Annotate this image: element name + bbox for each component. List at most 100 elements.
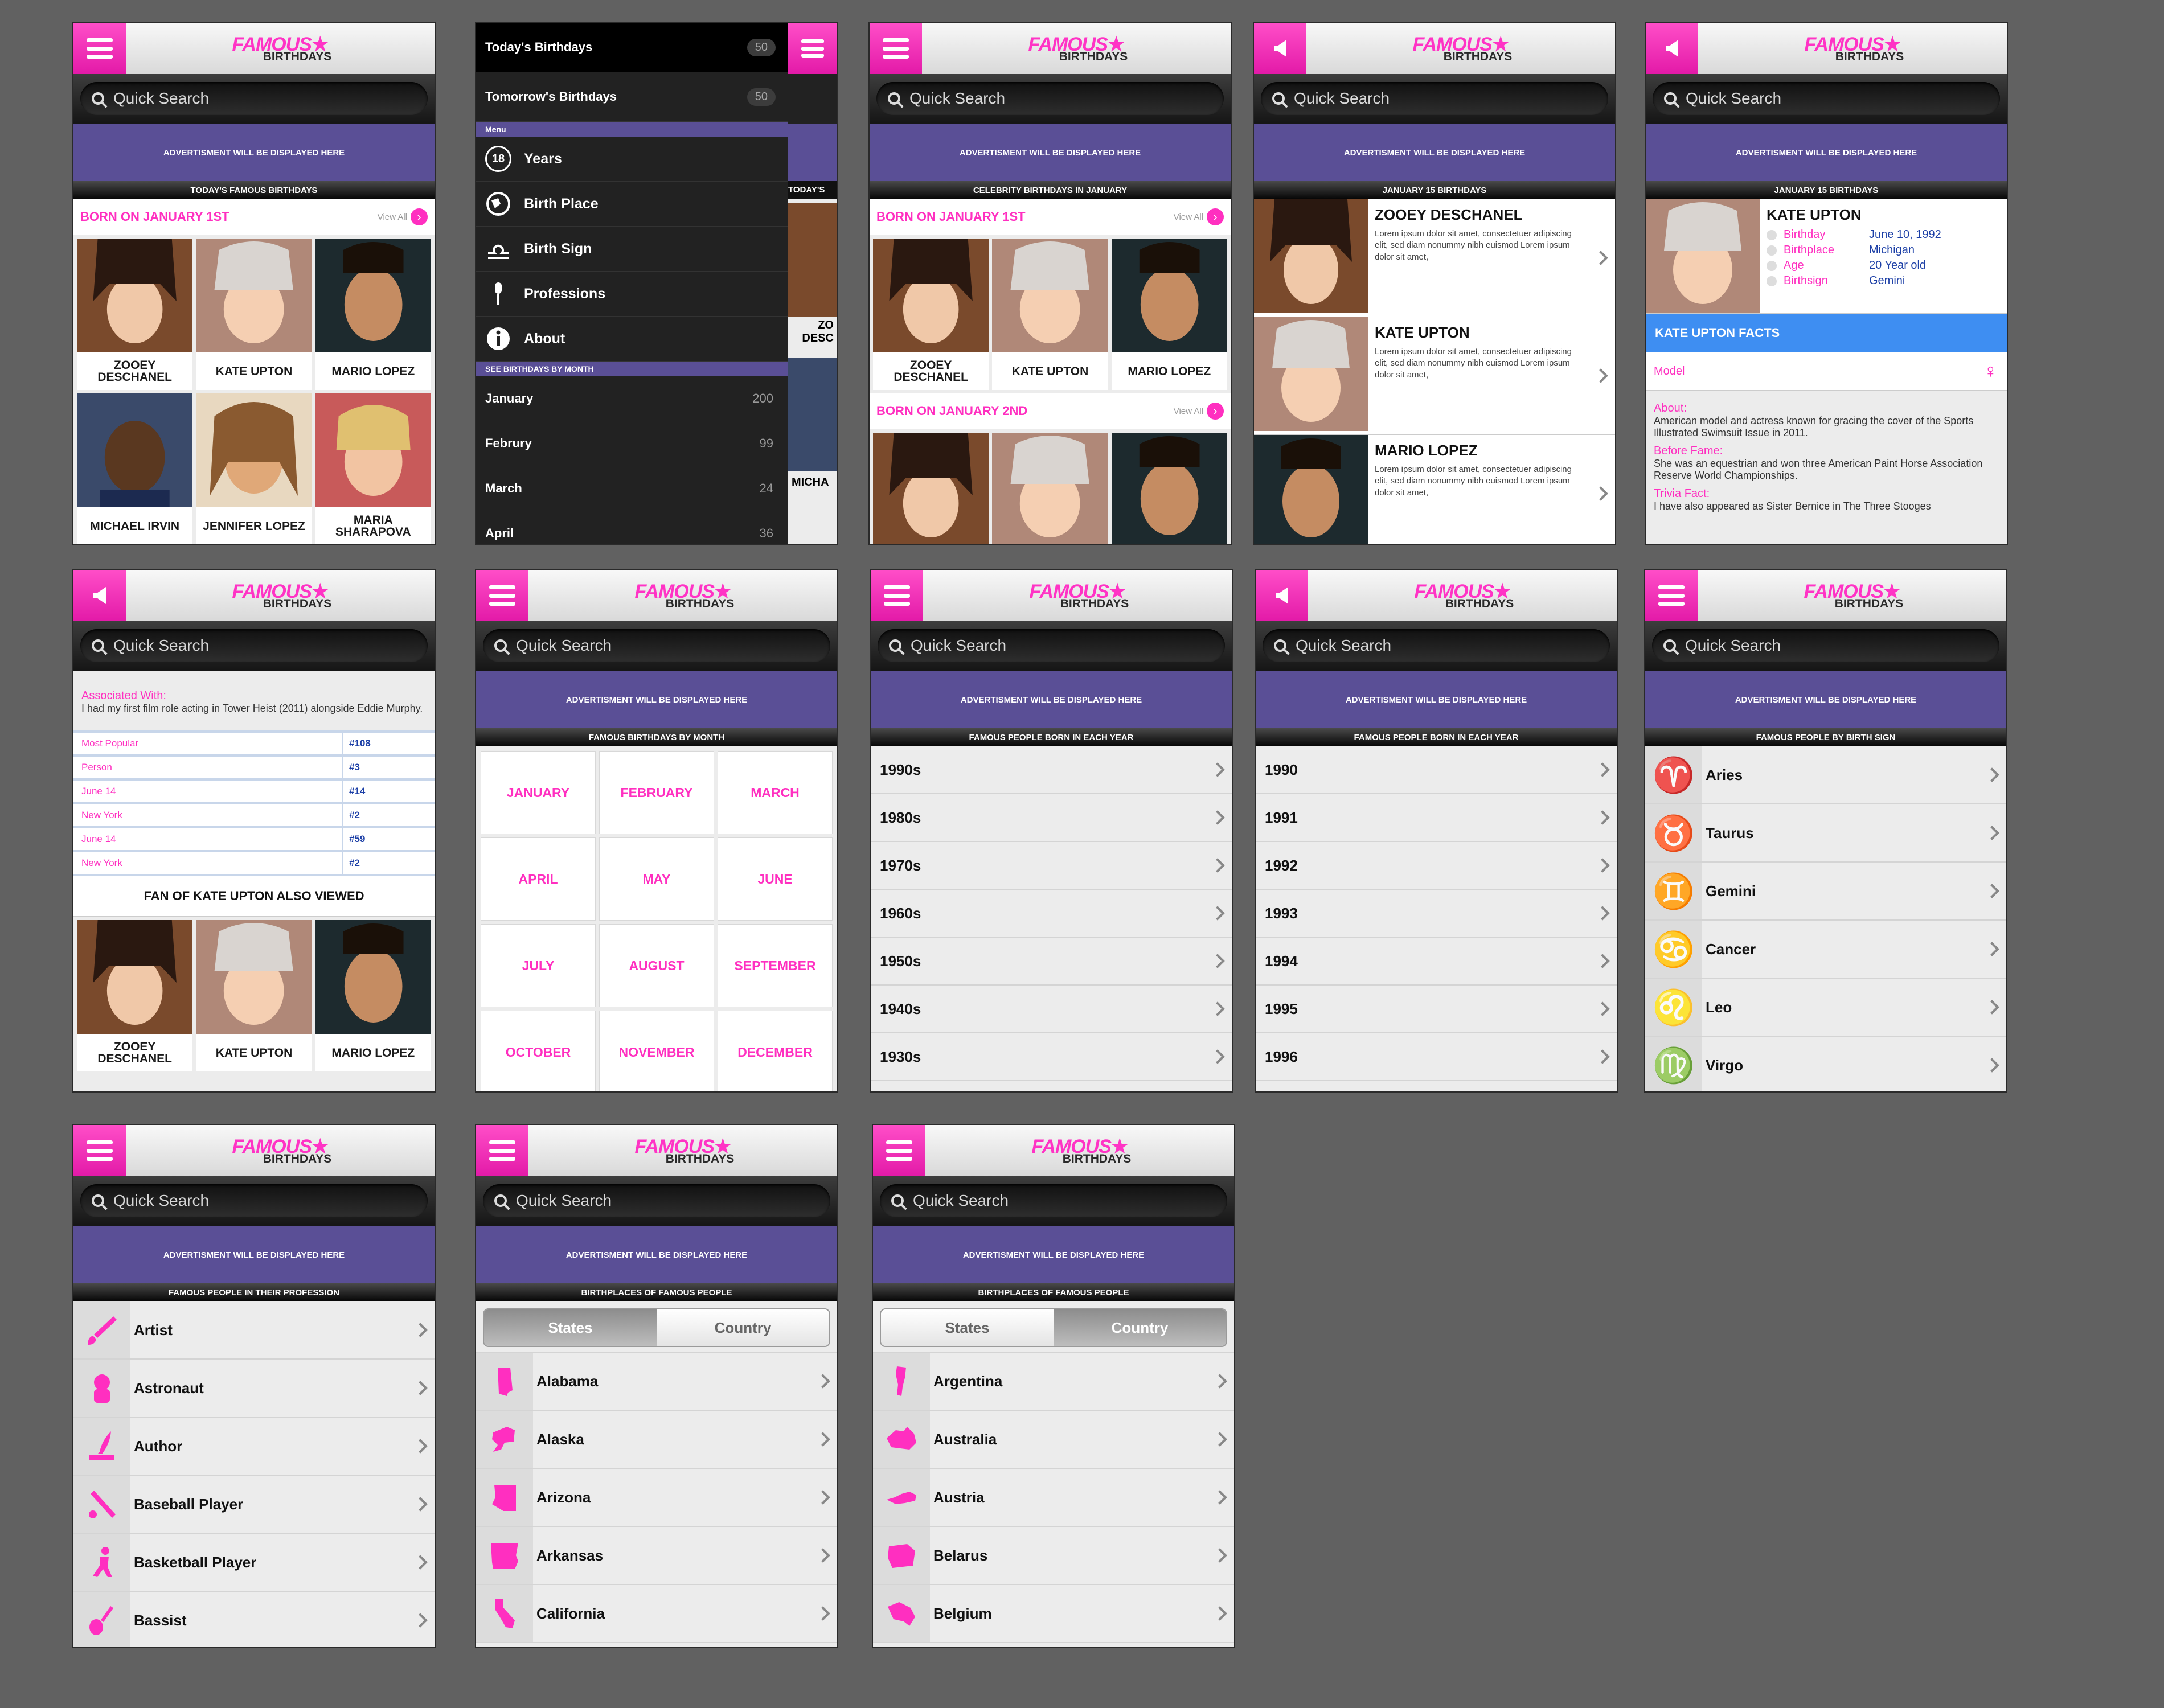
profession-row-artist[interactable]: Artist — [73, 1301, 435, 1360]
rank-row[interactable]: June 14 #59 — [73, 828, 435, 852]
profession-row-author[interactable]: Author — [73, 1418, 435, 1476]
year-row[interactable]: 1994 — [1256, 938, 1617, 986]
celebrity-row[interactable]: MARIO LOPEZ Lorem ipsum dolor sit amet, c… — [1254, 435, 1615, 544]
menu-button[interactable] — [1645, 570, 1698, 621]
decade-row[interactable]: 1990s — [871, 746, 1232, 794]
country-row-austria[interactable]: Austria — [873, 1469, 1234, 1527]
state-row-arizona[interactable]: Arizona — [476, 1469, 837, 1527]
year-row[interactable]: 1995 — [1256, 986, 1617, 1033]
drawer-month-april[interactable]: April 36 — [476, 511, 788, 544]
celebrity-card[interactable]: KATE UPTON — [992, 239, 1108, 390]
rank-row[interactable]: New York #2 — [73, 852, 435, 876]
year-row[interactable]: 1990 — [1256, 746, 1617, 794]
celebrity-card[interactable]: ZOOEY DESCHANEL — [77, 920, 193, 1071]
year-row[interactable]: 1992 — [1256, 842, 1617, 890]
profession-row-bassist[interactable]: Bassist — [73, 1592, 435, 1647]
celebrity-card[interactable]: ZOOEY DESCHANEL — [873, 239, 989, 390]
search-input[interactable]: Quick Search — [483, 1184, 830, 1217]
search-input[interactable]: Quick Search — [880, 1184, 1227, 1217]
drawer-item-years[interactable]: 18 Years — [476, 137, 788, 182]
menu-button[interactable] — [871, 570, 923, 621]
year-row[interactable]: 1996 — [1256, 1033, 1617, 1081]
back-button[interactable] — [1646, 23, 1698, 74]
search-input[interactable]: Quick Search — [1261, 82, 1608, 115]
arrow-right-icon[interactable]: › — [1207, 208, 1224, 225]
menu-button[interactable] — [73, 1125, 126, 1176]
tab-states[interactable]: States — [881, 1309, 1054, 1346]
search-input[interactable]: Quick Search — [878, 629, 1225, 662]
search-input[interactable]: Quick Search — [1653, 82, 2000, 115]
sign-row-taurus[interactable]: ♉ Taurus — [1645, 804, 2006, 863]
month-tile[interactable]: MARCH — [718, 751, 833, 834]
menu-button[interactable] — [870, 23, 922, 74]
sign-row-cancer[interactable]: ♋ Cancer — [1645, 921, 2006, 979]
sign-row-virgo[interactable]: ♍ Virgo — [1645, 1037, 2006, 1091]
arrow-right-icon[interactable]: › — [1207, 403, 1224, 420]
drawer-item-birth-sign[interactable]: Birth Sign — [476, 227, 788, 272]
search-input[interactable]: Quick Search — [876, 82, 1224, 115]
month-tile[interactable]: DECEMBER — [718, 1011, 833, 1091]
drawer-item-about[interactable]: About — [476, 317, 788, 362]
month-tile[interactable]: JULY — [481, 924, 596, 1007]
menu-button[interactable] — [873, 1125, 925, 1176]
rank-row[interactable]: New York #2 — [73, 804, 435, 828]
decade-row[interactable]: 1970s — [871, 842, 1232, 890]
state-row-arkansas[interactable]: Arkansas — [476, 1527, 837, 1585]
decade-row[interactable]: 1960s — [871, 890, 1232, 938]
celebrity-card[interactable] — [1111, 433, 1227, 544]
year-row[interactable]: 1991 — [1256, 794, 1617, 842]
menu-button[interactable] — [788, 23, 837, 74]
menu-button[interactable] — [476, 570, 528, 621]
arrow-right-icon[interactable]: › — [411, 208, 428, 225]
view-all-link[interactable]: View All — [1174, 212, 1203, 222]
sign-row-aries[interactable]: ♈ Aries — [1645, 746, 2006, 804]
drawer-today-birthdays[interactable]: Today's Birthdays 50 — [476, 23, 788, 72]
state-row-alabama[interactable]: Alabama — [476, 1353, 837, 1411]
drawer-month-february[interactable]: Februry 99 — [476, 421, 788, 466]
profession-row-astronaut[interactable]: Astronaut — [73, 1360, 435, 1418]
decade-row[interactable]: 1950s — [871, 938, 1232, 986]
celebrity-card[interactable] — [992, 433, 1108, 544]
back-button[interactable] — [1256, 570, 1308, 621]
month-tile[interactable]: APRIL — [481, 837, 596, 921]
country-row-belgium[interactable]: Belgium — [873, 1585, 1234, 1643]
profession-row[interactable]: Model ♀ — [1646, 352, 2007, 391]
celebrity-card[interactable]: MICHAEL IRVIN — [77, 393, 193, 544]
state-row-alaska[interactable]: Alaska — [476, 1411, 837, 1469]
drawer-item-professions[interactable]: Professions — [476, 272, 788, 317]
search-input[interactable]: Quick Search — [483, 629, 830, 662]
profession-row-baseball-player[interactable]: Baseball Player — [73, 1476, 435, 1534]
search-input[interactable]: Quick Search — [80, 82, 428, 115]
month-tile[interactable]: FEBRUARY — [599, 751, 714, 834]
celebrity-card[interactable]: MARIO LOPEZ — [1111, 239, 1227, 390]
back-button[interactable] — [73, 570, 126, 621]
rank-row[interactable]: Most Popular #108 — [73, 733, 435, 757]
month-tile[interactable]: SEPTEMBER — [718, 924, 833, 1007]
celebrity-card[interactable] — [873, 433, 989, 544]
celebrity-card[interactable]: KATE UPTON — [196, 920, 312, 1071]
celebrity-card[interactable]: JENNIFER LOPEZ — [196, 393, 312, 544]
country-row-belarus[interactable]: Belarus — [873, 1527, 1234, 1585]
celebrity-card[interactable]: MARIO LOPEZ — [315, 920, 431, 1071]
celebrity-card[interactable]: MARIA SHARAPOVA — [315, 393, 431, 544]
rank-row[interactable]: June 14 #14 — [73, 781, 435, 804]
celebrity-card[interactable]: ZOOEY DESCHANEL — [77, 239, 193, 390]
tab-country[interactable]: Country — [657, 1309, 829, 1346]
decade-row[interactable]: 1980s — [871, 794, 1232, 842]
month-tile[interactable]: JANUARY — [481, 751, 596, 834]
decade-row[interactable]: 1940s — [871, 986, 1232, 1033]
month-tile[interactable]: MAY — [599, 837, 714, 921]
view-all-link[interactable]: View All — [378, 212, 407, 222]
month-tile[interactable]: NOVEMBER — [599, 1011, 714, 1091]
sign-row-leo[interactable]: ♌ Leo — [1645, 979, 2006, 1037]
search-input[interactable]: Quick Search — [80, 1184, 428, 1217]
search-input[interactable]: Quick Search — [80, 629, 428, 662]
search-input[interactable]: Quick Search — [1652, 629, 1999, 662]
back-button[interactable] — [1254, 23, 1306, 74]
tab-states[interactable]: States — [484, 1309, 657, 1346]
month-tile[interactable]: AUGUST — [599, 924, 714, 1007]
menu-button[interactable] — [73, 23, 126, 74]
view-all-link[interactable]: View All — [1174, 407, 1203, 416]
menu-button[interactable] — [476, 1125, 528, 1176]
year-row[interactable]: 1993 — [1256, 890, 1617, 938]
